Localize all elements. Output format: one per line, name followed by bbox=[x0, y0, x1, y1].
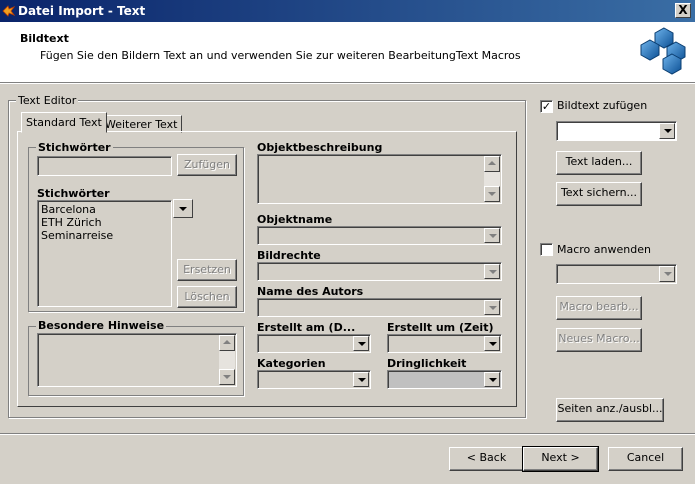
back-button[interactable]: < Back bbox=[449, 447, 524, 471]
toggle-pages-button[interactable]: Seiten anz./ausbl... bbox=[556, 398, 664, 422]
keyword-input[interactable] bbox=[37, 156, 172, 176]
author-name-combo[interactable] bbox=[257, 298, 502, 317]
chevron-down-icon[interactable] bbox=[484, 228, 500, 243]
add-keyword-button[interactable]: Zufügen bbox=[177, 154, 237, 176]
keywords-dropdown-button[interactable] bbox=[173, 199, 193, 218]
keywords-list[interactable]: Barcelona ETH Zürich Seminarreise bbox=[37, 200, 172, 307]
chevron-down-icon[interactable] bbox=[353, 372, 369, 387]
title-bar: Datei Import - Text X bbox=[0, 0, 695, 22]
list-item[interactable]: ETH Zürich bbox=[38, 216, 171, 229]
chevron-down-icon[interactable] bbox=[659, 266, 675, 282]
chevron-down-icon[interactable] bbox=[484, 372, 500, 387]
author-name-label: Name des Autors bbox=[257, 285, 364, 298]
chevron-down-icon[interactable] bbox=[484, 336, 500, 351]
chevron-down-icon bbox=[179, 207, 187, 211]
scroll-up-icon[interactable] bbox=[484, 156, 500, 172]
replace-keyword-button[interactable]: Ersetzen bbox=[177, 259, 237, 281]
chevron-down-icon[interactable] bbox=[484, 300, 500, 315]
text-editor-label: Text Editor bbox=[16, 94, 79, 107]
apply-macro-checkbox[interactable] bbox=[540, 243, 553, 256]
new-macro-button[interactable]: Neues Macro... bbox=[556, 328, 642, 352]
logo-icon bbox=[640, 27, 686, 75]
window-title: Datei Import - Text bbox=[18, 4, 146, 18]
chevron-down-icon[interactable] bbox=[659, 123, 675, 139]
macro-combo[interactable] bbox=[556, 264, 677, 284]
image-rights-label: Bildrechte bbox=[257, 249, 321, 262]
load-text-button[interactable]: Text laden... bbox=[556, 151, 642, 175]
special-notes-textarea[interactable] bbox=[37, 333, 237, 387]
close-button[interactable]: X bbox=[675, 3, 691, 18]
object-description-textarea[interactable] bbox=[257, 154, 502, 204]
object-name-combo[interactable] bbox=[257, 226, 502, 245]
add-caption-label: Bildtext zufügen bbox=[557, 99, 648, 112]
created-time-combo[interactable] bbox=[387, 334, 502, 353]
categories-label: Kategorien bbox=[257, 357, 326, 370]
save-text-button[interactable]: Text sichern... bbox=[556, 182, 642, 206]
list-item[interactable]: Seminarreise bbox=[38, 229, 171, 242]
keywords-group-label: Stichwörter bbox=[36, 141, 113, 154]
scroll-down-icon[interactable] bbox=[484, 186, 500, 202]
add-caption-checkbox[interactable]: ✓ bbox=[540, 100, 553, 113]
created-date-label: Erstellt am (D... bbox=[257, 321, 356, 334]
edit-macro-button[interactable]: Macro bearb... bbox=[556, 296, 642, 320]
add-caption-combo[interactable] bbox=[556, 121, 677, 141]
keywords-list-label: Stichwörter bbox=[37, 187, 110, 200]
delete-keyword-button[interactable]: Löschen bbox=[177, 286, 237, 308]
header-panel: Bildtext Fügen Sie den Bildern Text an u… bbox=[0, 22, 695, 82]
next-button[interactable]: Next > bbox=[522, 446, 599, 472]
checkmark-icon: ✓ bbox=[541, 100, 552, 113]
scroll-down-icon[interactable] bbox=[219, 369, 235, 385]
header-title: Bildtext bbox=[20, 32, 69, 45]
header-subtitle: Fügen Sie den Bildern Text an und verwen… bbox=[40, 49, 521, 62]
scrollbar[interactable] bbox=[484, 156, 500, 202]
scroll-up-icon[interactable] bbox=[219, 335, 235, 351]
categories-combo[interactable] bbox=[257, 370, 371, 389]
object-description-label: Objektbeschreibung bbox=[257, 141, 383, 154]
special-notes-label: Besondere Hinweise bbox=[36, 319, 167, 332]
object-name-label: Objektname bbox=[257, 213, 333, 226]
app-icon bbox=[2, 5, 15, 17]
created-date-combo[interactable] bbox=[257, 334, 371, 353]
image-rights-combo[interactable] bbox=[257, 262, 502, 281]
cancel-button[interactable]: Cancel bbox=[608, 447, 683, 471]
apply-macro-label: Macro anwenden bbox=[557, 243, 651, 256]
urgency-label: Dringlichkeit bbox=[387, 357, 467, 370]
chevron-down-icon[interactable] bbox=[484, 264, 500, 279]
scrollbar[interactable] bbox=[219, 335, 235, 385]
chevron-down-icon[interactable] bbox=[353, 336, 369, 351]
urgency-combo[interactable] bbox=[387, 370, 502, 389]
tab-standard-text[interactable]: Standard Text bbox=[21, 112, 107, 133]
created-time-label: Erstellt um (Zeit) bbox=[387, 321, 494, 334]
list-item[interactable]: Barcelona bbox=[38, 203, 171, 216]
